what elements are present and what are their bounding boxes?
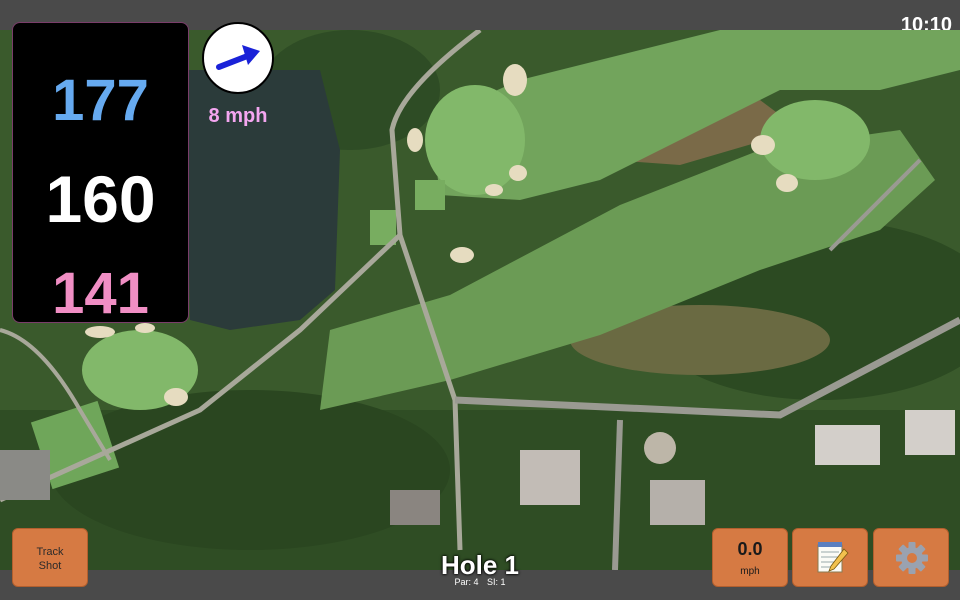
wind-arrow-icon: [216, 45, 260, 70]
wind-speed: 8 mph: [208, 105, 268, 127]
back-distance: 177: [52, 68, 149, 133]
settings-button[interactable]: [873, 528, 949, 587]
track-shot-label: Track Shot: [36, 546, 64, 572]
notes-button[interactable]: [792, 528, 868, 587]
wind-indicator: [202, 22, 274, 94]
distance-panel: 177 160 141: [12, 22, 189, 326]
hole-info: Par: 4 SI: 1: [380, 577, 580, 587]
swing-speed-button[interactable]: 0.0 mph: [712, 528, 788, 587]
track-shot-button[interactable]: Track Shot: [12, 528, 88, 587]
notepad-icon: [817, 542, 849, 573]
speed-unit: mph: [740, 566, 760, 577]
hole-si: SI: 1: [487, 577, 506, 587]
speed-value: 0.0: [737, 539, 763, 559]
hole-par: Par: 4: [454, 577, 479, 587]
front-distance: 141: [52, 261, 149, 326]
middle-distance: 160: [45, 162, 156, 236]
gear-icon: [896, 542, 928, 574]
